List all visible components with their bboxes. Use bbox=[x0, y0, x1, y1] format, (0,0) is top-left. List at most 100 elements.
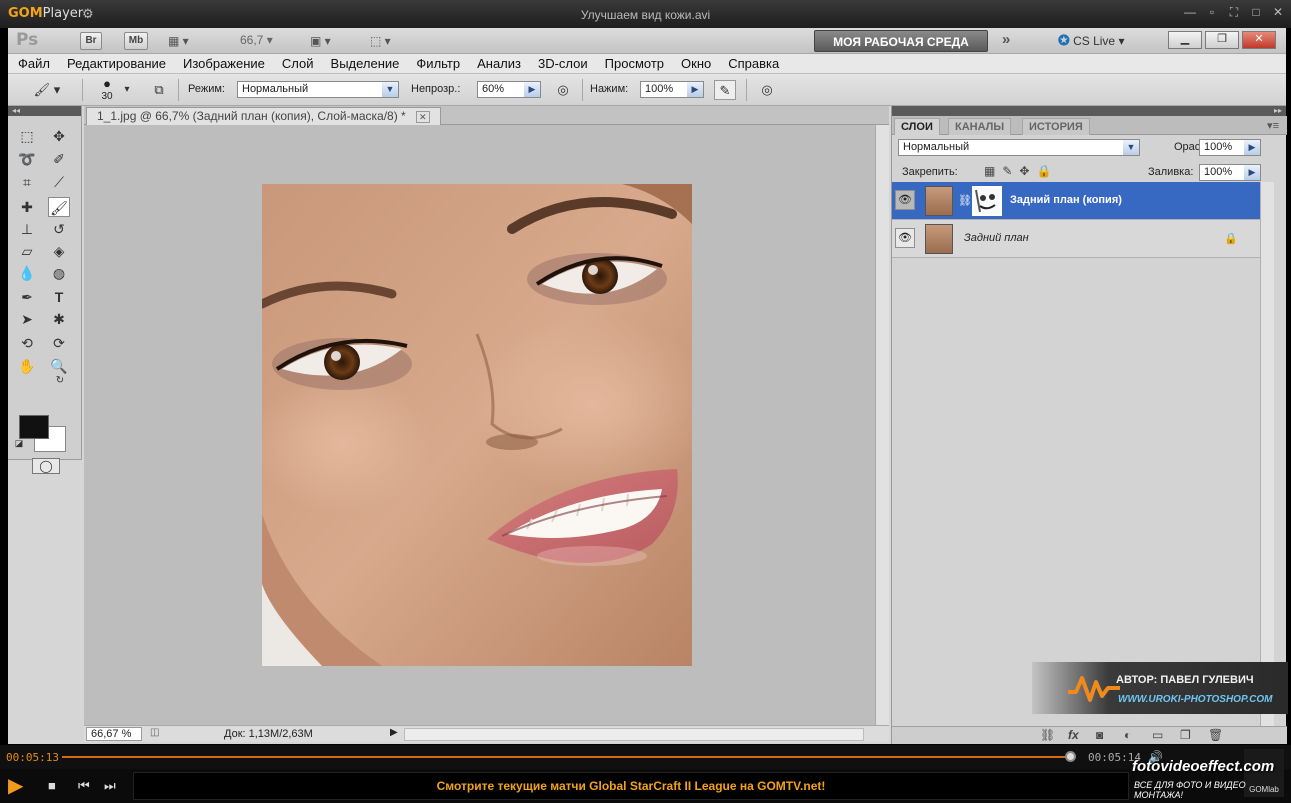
3d-rotate-tool-icon[interactable]: ⟲ bbox=[16, 333, 38, 353]
layer-name[interactable]: Задний план bbox=[964, 232, 1029, 244]
status-zoom-input[interactable]: 66,67 % bbox=[86, 727, 142, 741]
mode-select[interactable]: Нормальный ▼ bbox=[237, 81, 399, 98]
airbrush-icon[interactable]: ✎ bbox=[714, 80, 736, 100]
screen-mode-icon[interactable]: ⬚ ▾ bbox=[370, 32, 391, 50]
flow-input[interactable]: 100% ▶ bbox=[640, 81, 704, 98]
path-selection-tool-icon[interactable]: ➤ bbox=[16, 309, 38, 329]
marquee-tool-icon[interactable]: ⬚ bbox=[16, 126, 38, 146]
news-ticker[interactable]: Смотрите текущие матчи Global StarCraft … bbox=[133, 772, 1129, 800]
tab-channels[interactable]: КАНАЛЫ bbox=[948, 118, 1012, 135]
menu-view[interactable]: Просмотр bbox=[605, 56, 664, 71]
new-group-icon[interactable]: ▭ bbox=[1152, 728, 1163, 742]
menu-3d[interactable]: 3D-слои bbox=[538, 56, 588, 71]
type-tool-icon[interactable]: T bbox=[48, 287, 70, 307]
layer-name[interactable]: Задний план (копия) bbox=[1010, 194, 1122, 206]
stop-icon[interactable]: ■ bbox=[48, 778, 56, 793]
next-icon[interactable]: ⏭ bbox=[104, 778, 116, 794]
tab-layers[interactable]: СЛОИ bbox=[894, 118, 940, 135]
opacity-input[interactable]: 60% ▶ bbox=[477, 81, 541, 98]
quick-mask-icon[interactable]: ◯ bbox=[32, 458, 60, 474]
new-layer-icon[interactable]: ❐ bbox=[1180, 728, 1191, 742]
play-icon[interactable]: ▶ bbox=[8, 774, 34, 798]
history-brush-tool-icon[interactable]: ↺ bbox=[48, 219, 70, 239]
menu-analysis[interactable]: Анализ bbox=[477, 56, 521, 71]
arrange-documents-icon[interactable]: ▣ ▾ bbox=[310, 32, 331, 50]
document-canvas[interactable] bbox=[84, 125, 875, 725]
ps-restore-icon[interactable]: ❐ bbox=[1205, 31, 1239, 49]
zoom-tool-icon[interactable]: 🔍 bbox=[48, 356, 70, 376]
restore-icon[interactable]: ▫ bbox=[1205, 5, 1219, 20]
add-mask-icon[interactable]: ◙ bbox=[1096, 728, 1103, 742]
panel-menu-icon[interactable]: ▾≡ bbox=[1267, 119, 1279, 132]
adjustment-layer-icon[interactable]: ◐ bbox=[1124, 728, 1131, 742]
layer-row-background-copy[interactable]: 👁 ⛓ Задний план (копия) bbox=[892, 182, 1260, 220]
close-icon[interactable]: ✕ bbox=[1271, 5, 1285, 20]
mini-bridge-button[interactable]: Mb bbox=[124, 32, 148, 50]
menu-select[interactable]: Выделение bbox=[331, 56, 400, 71]
blend-mode-select[interactable]: Нормальный ▼ bbox=[898, 139, 1140, 156]
ps-close-icon[interactable]: ✕ bbox=[1242, 31, 1276, 49]
layer-mask-thumbnail[interactable] bbox=[972, 186, 1002, 216]
swap-colors-icon[interactable]: ↻ bbox=[52, 374, 68, 388]
lock-pixels-icon[interactable]: ✎ bbox=[1002, 164, 1019, 178]
minimize-icon[interactable]: — bbox=[1183, 5, 1197, 20]
paint-bucket-tool-icon[interactable]: ◈ bbox=[48, 241, 70, 261]
canvas-horizontal-scrollbar[interactable] bbox=[404, 728, 864, 741]
link-layers-icon[interactable]: ⛓ bbox=[1040, 728, 1055, 742]
tablet-opacity-icon[interactable]: ◎ bbox=[552, 80, 574, 100]
canvas-vertical-scrollbar[interactable] bbox=[875, 125, 889, 725]
delete-layer-icon[interactable]: 🗑 bbox=[1208, 728, 1223, 742]
status-menu-arrow-icon[interactable]: ▶ bbox=[390, 727, 398, 738]
brush-tip-icon[interactable]: ● bbox=[94, 76, 120, 91]
menu-layer[interactable]: Слой bbox=[282, 56, 314, 71]
panel-expand-icon[interactable]: ▸▸ bbox=[892, 106, 1286, 116]
bridge-button[interactable]: Br bbox=[80, 32, 102, 50]
menu-window[interactable]: Окно bbox=[681, 56, 711, 71]
default-colors-icon[interactable]: ◪ bbox=[12, 436, 26, 450]
brush-panel-toggle-icon[interactable]: ⧉ bbox=[148, 80, 170, 100]
tools-panel-collapse-icon[interactable]: ◂◂ bbox=[8, 106, 81, 116]
layer-style-icon[interactable]: fx bbox=[1068, 728, 1079, 742]
workspace-button[interactable]: МОЯ РАБОЧАЯ СРЕДА bbox=[814, 30, 988, 52]
dodge-tool-icon[interactable]: ◍ bbox=[48, 263, 70, 283]
brush-preset-picker[interactable]: 🖌 ▾ bbox=[22, 80, 72, 100]
shape-tool-icon[interactable]: ✱ bbox=[48, 309, 70, 329]
seek-handle[interactable] bbox=[1064, 751, 1076, 762]
cs-live-menu[interactable]: ✪ CS Live ▾ bbox=[1058, 32, 1124, 49]
visibility-eye-icon[interactable]: 👁 bbox=[895, 228, 915, 248]
zoom-level-dropdown[interactable]: 66,7 ▾ bbox=[240, 33, 273, 47]
tablet-size-icon[interactable]: ◎ bbox=[756, 80, 778, 100]
lock-transparent-icon[interactable]: ▦ bbox=[984, 164, 1002, 178]
layer-row-background[interactable]: 👁 Задний план 🔒 bbox=[892, 220, 1260, 258]
quick-selection-tool-icon[interactable]: ✐ bbox=[48, 149, 70, 169]
lasso-tool-icon[interactable]: ➰ bbox=[16, 149, 38, 169]
pen-tool-icon[interactable]: ✒ bbox=[16, 287, 38, 307]
document-tab[interactable]: 1_1.jpg @ 66,7% (Задний план (копия), Сл… bbox=[86, 107, 441, 125]
healing-brush-tool-icon[interactable]: ✚ bbox=[16, 197, 38, 217]
eraser-tool-icon[interactable]: ▱ bbox=[16, 241, 38, 261]
tab-history[interactable]: ИСТОРИЯ bbox=[1022, 118, 1090, 135]
layers-scrollbar[interactable] bbox=[1260, 182, 1274, 736]
status-info-icon[interactable]: ◫ bbox=[150, 727, 159, 738]
eyedropper-tool-icon[interactable]: ⟋ bbox=[48, 172, 70, 192]
layer-opacity-input[interactable]: 100% ▶ bbox=[1199, 139, 1261, 156]
move-tool-icon[interactable]: ✥ bbox=[48, 126, 70, 146]
menu-help[interactable]: Справка bbox=[728, 56, 779, 71]
brush-size-dropdown[interactable]: ▾ bbox=[120, 80, 134, 100]
menu-filter[interactable]: Фильтр bbox=[416, 56, 460, 71]
menu-image[interactable]: Изображение bbox=[183, 56, 265, 71]
maximize-icon[interactable]: □ bbox=[1249, 5, 1263, 20]
menu-edit[interactable]: Редактирование bbox=[67, 56, 166, 71]
film-strip-icon[interactable]: ▦ ▾ bbox=[168, 32, 189, 50]
visibility-eye-icon[interactable]: 👁 bbox=[895, 190, 915, 210]
previous-icon[interactable]: ⏮ bbox=[78, 778, 90, 794]
brush-tool-icon[interactable]: 🖌 bbox=[48, 197, 70, 217]
lock-position-icon[interactable]: ✥ bbox=[1019, 164, 1036, 178]
lock-all-icon[interactable]: 🔒 bbox=[1036, 164, 1058, 178]
crop-tool-icon[interactable]: ⌗ bbox=[16, 172, 38, 192]
fill-input[interactable]: 100% ▶ bbox=[1199, 164, 1261, 181]
ps-minimize-icon[interactable]: ▁ bbox=[1168, 31, 1202, 49]
3d-orbit-tool-icon[interactable]: ⟳ bbox=[48, 333, 70, 353]
blur-tool-icon[interactable]: 💧 bbox=[16, 263, 38, 283]
close-icon[interactable]: ✕ bbox=[415, 111, 430, 123]
